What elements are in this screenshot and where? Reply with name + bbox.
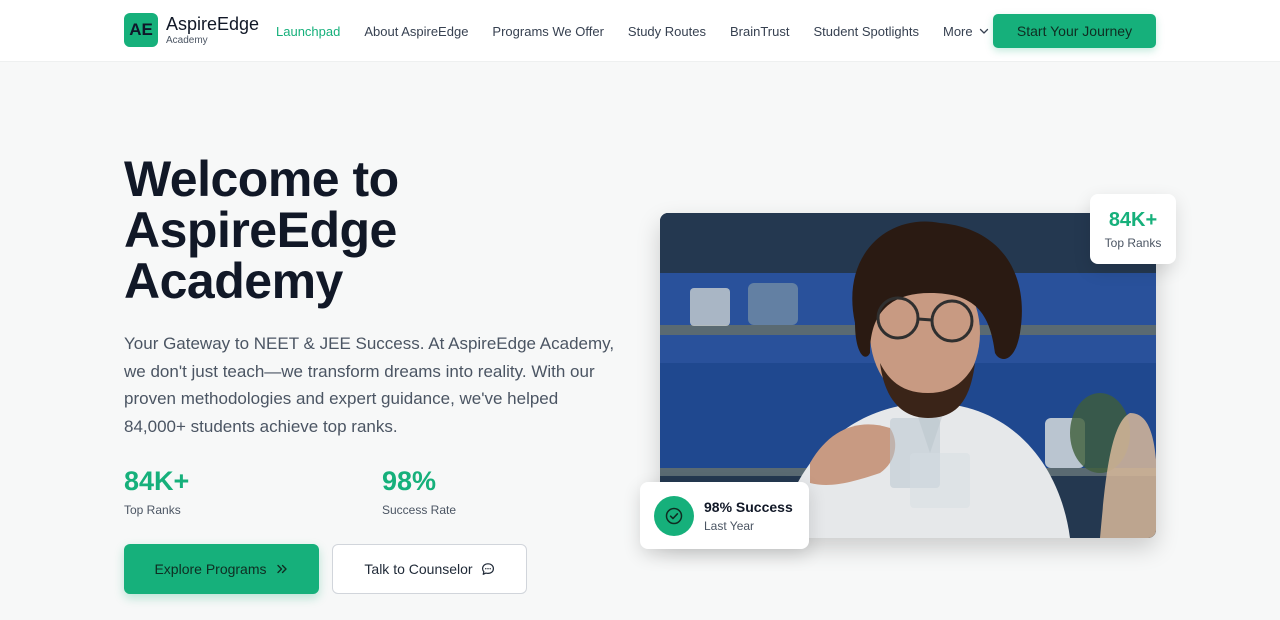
top-ranks-badge: 84K+ Top Ranks	[1090, 194, 1176, 264]
top-ranks-badge-value: 84K+	[1108, 208, 1158, 231]
chat-bubble-icon	[481, 563, 494, 575]
stat-value: 84K+	[124, 466, 190, 496]
double-chevron-right-icon	[276, 564, 287, 574]
brand-subtitle: Academy	[166, 34, 208, 46]
talk-to-counselor-button[interactable]: Talk to Counselor	[332, 544, 527, 594]
stat-top-ranks: 84K+ Top Ranks	[124, 466, 189, 517]
nav-link-study-routes[interactable]: Study Routes	[628, 24, 706, 39]
hero-description: Your Gateway to NEET & JEE Success. At A…	[124, 334, 615, 436]
talk-to-counselor-label: Talk to Counselor	[364, 561, 473, 577]
success-badge-title: 98% Success	[704, 498, 793, 515]
nav-link-student-spotlights[interactable]: Student Spotlights	[813, 24, 919, 39]
hero-title-line2: AspireEdge	[124, 202, 397, 258]
nav-link-braintrust[interactable]: BrainTrust	[730, 24, 789, 39]
nav-link-about[interactable]: About AspireEdge	[364, 24, 468, 39]
stat-label: Top Ranks	[124, 503, 181, 517]
hero-title-line1: Welcome to	[124, 151, 399, 207]
nav-link-launchpad[interactable]: Launchpad	[276, 24, 340, 39]
nav-links: Launchpad About AspireEdge Programs We O…	[276, 0, 1013, 62]
top-ranks-badge-label: Top Ranks	[1104, 235, 1162, 250]
stat-label: Success Rate	[382, 503, 457, 517]
hero-title-line3: Academy	[124, 253, 343, 309]
nav-more-dropdown[interactable]: More	[943, 24, 989, 39]
stat-value: 98%	[382, 466, 437, 496]
explore-programs-label: Explore Programs	[154, 561, 267, 577]
hero-title: Welcome to AspireEdge Academy	[124, 154, 604, 307]
success-badge: 98% Success Last Year	[640, 482, 809, 549]
nav-more-label: More	[942, 23, 973, 39]
check-icon	[665, 507, 683, 524]
success-badge-subtitle: Last Year	[704, 518, 755, 533]
explore-programs-button[interactable]: Explore Programs	[124, 544, 319, 594]
logo-text: AspireEdge Academy	[166, 15, 259, 46]
success-badge-text: 98% Success Last Year	[704, 499, 793, 533]
start-journey-button[interactable]: Start Your Journey	[993, 14, 1156, 48]
chevron-down-icon	[979, 28, 988, 34]
stat-success-rate: 98% Success Rate	[382, 466, 456, 517]
brand-name: AspireEdge	[166, 13, 260, 34]
nav-link-programs[interactable]: Programs We Offer	[492, 24, 604, 39]
brand-logo[interactable]: AE AspireEdge Academy	[124, 13, 259, 47]
top-navbar: AE AspireEdge Academy Launchpad About As…	[0, 0, 1280, 62]
logo-badge: AE	[124, 13, 158, 47]
check-circle-icon	[654, 495, 694, 536]
